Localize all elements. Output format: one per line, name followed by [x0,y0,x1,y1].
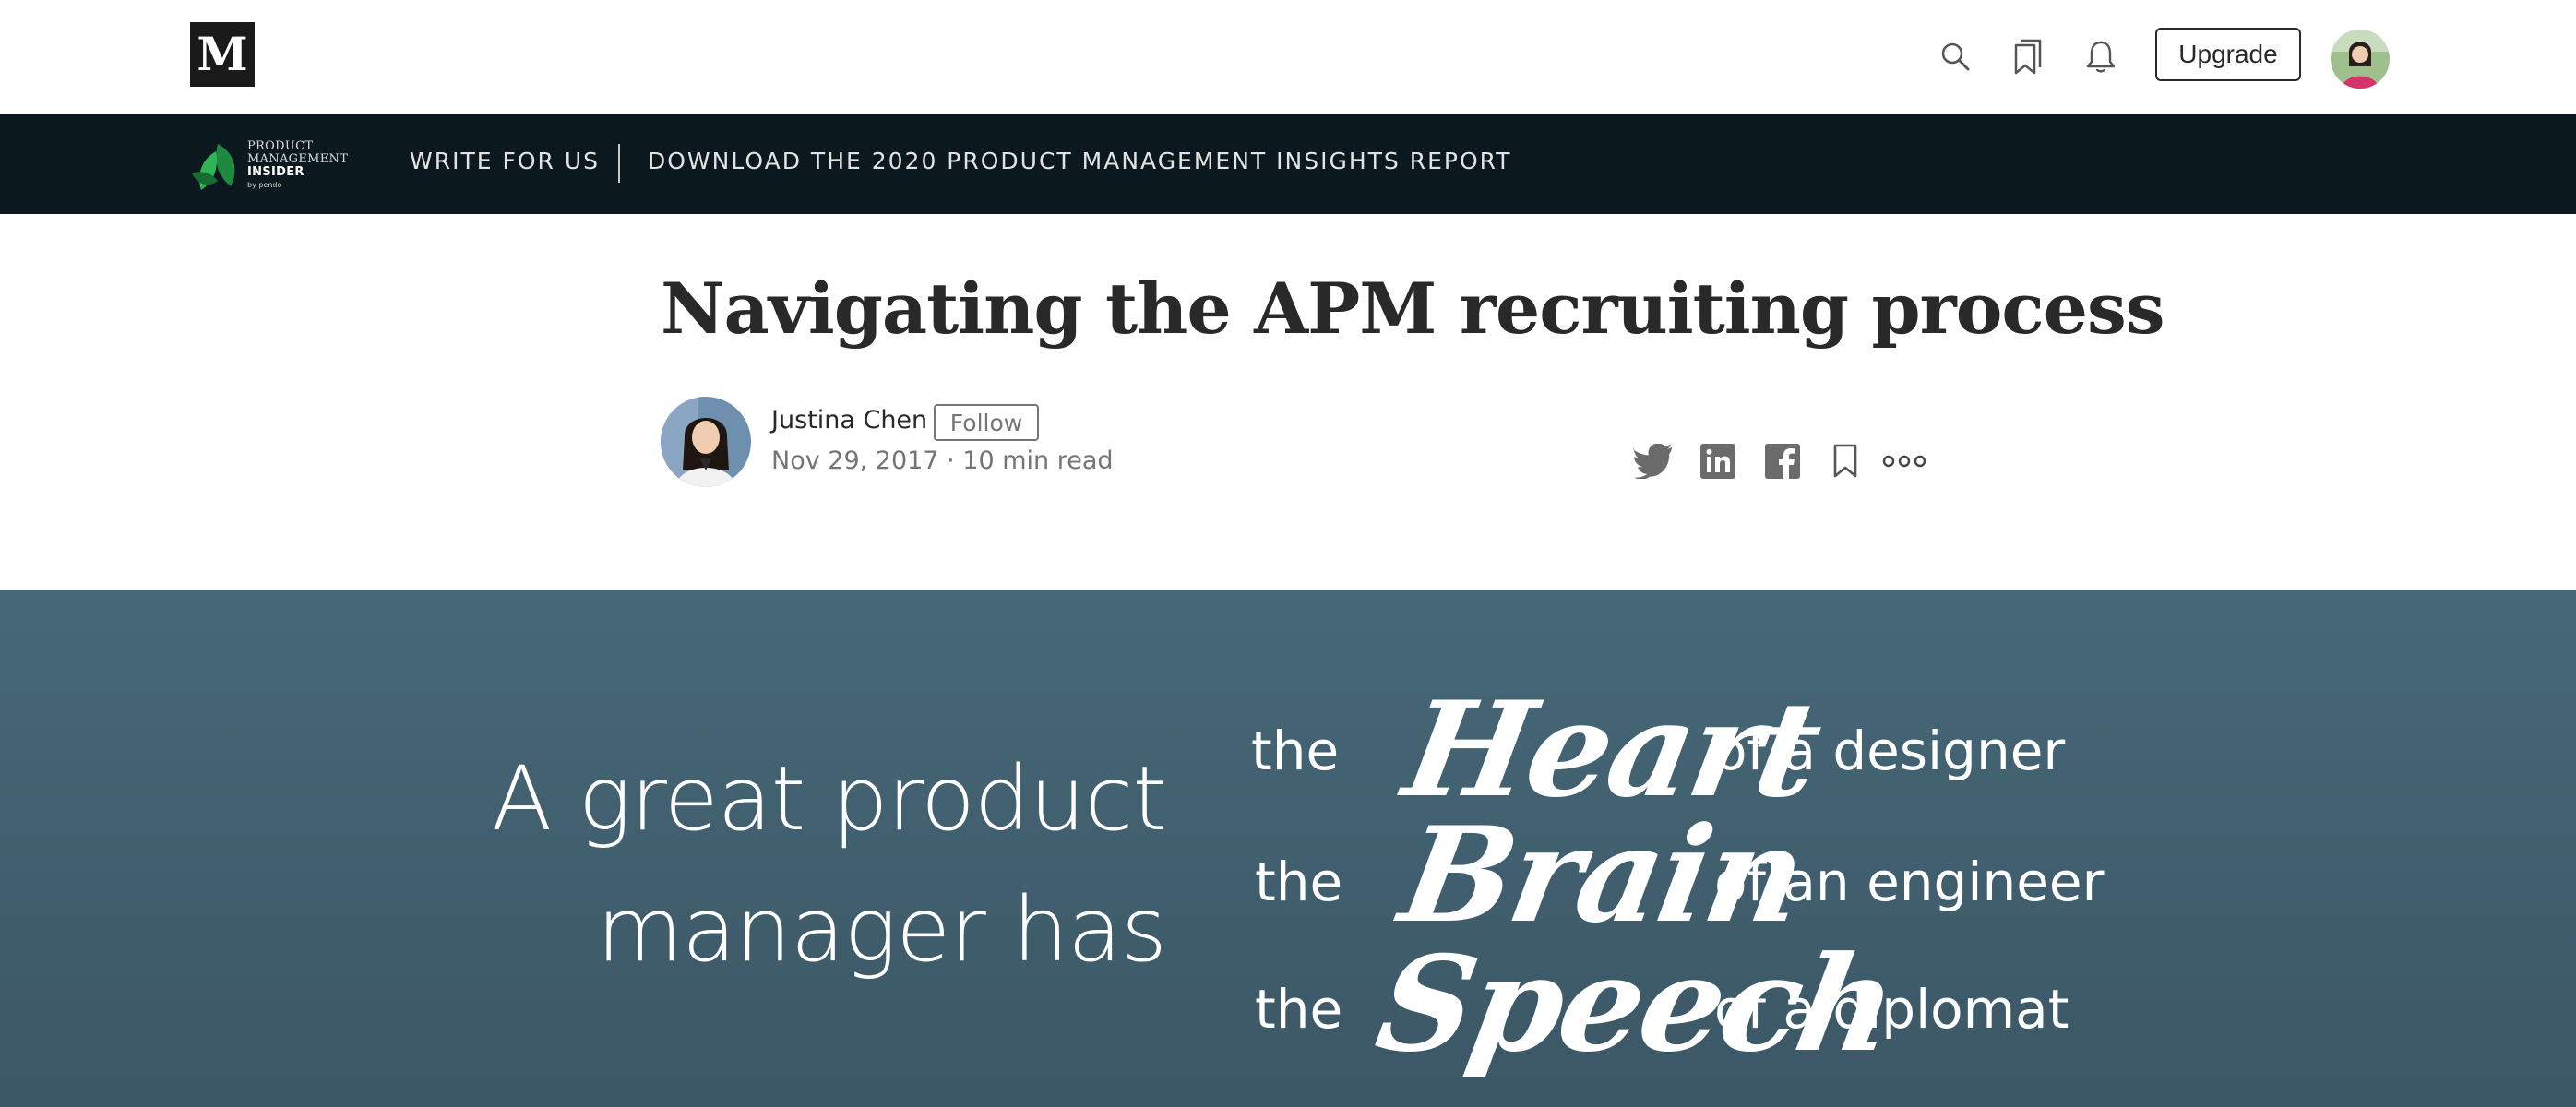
article-title: Navigating the APM recruiting process [661,268,2165,350]
linkedin-icon[interactable] [1696,439,1740,483]
twitter-icon[interactable] [1631,439,1676,483]
search-icon[interactable] [1932,33,1978,79]
publication-bar: PRODUCT MANAGEMENT INSIDER by pendo WRIT… [0,114,2576,214]
nav-write-for-us[interactable]: WRITE FOR US [410,148,600,174]
top-bar: M Upgrade [0,0,2576,114]
hero-the-1: the [1251,720,1340,782]
medium-logo[interactable]: M [190,22,255,87]
publication-logo-text: PRODUCT MANAGEMENT INSIDER [247,139,349,179]
bell-icon[interactable] [2078,33,2124,79]
upgrade-button[interactable]: Upgrade [2155,28,2301,81]
article-meta: Nov 29, 2017 · 10 min read [771,446,1114,475]
hero-lead-line1: A great product [491,747,1167,851]
facebook-icon[interactable] [1760,439,1805,483]
hero-of-2: of an engineer [1714,851,2105,913]
publication-logo[interactable]: PRODUCT MANAGEMENT INSIDER by pendo [190,129,356,199]
hero-the-3: the [1255,978,1343,1041]
hero-image: A great product manager has the the the … [0,590,2576,1107]
nav-divider [618,144,620,183]
nav-download-report[interactable]: DOWNLOAD THE 2020 PRODUCT MANAGEMENT INS… [648,148,1511,174]
author-avatar[interactable] [661,397,751,487]
bookmark-icon[interactable] [1823,439,1867,483]
hero-the-2: the [1255,851,1343,913]
user-avatar[interactable] [2331,30,2390,89]
hero-of-3: of a diplomat [1714,978,2069,1041]
author-name[interactable]: Justina Chen [771,406,927,434]
bookmarks-icon[interactable] [2004,33,2050,79]
hero-of-1: of a designer [1714,720,2066,782]
more-icon[interactable] [1882,439,1926,483]
leaf-logo-icon [192,144,235,190]
publication-logo-sub: by pendo [247,181,282,189]
hero-lead-line2: manager has [596,878,1167,982]
follow-button[interactable]: Follow [934,404,1039,441]
